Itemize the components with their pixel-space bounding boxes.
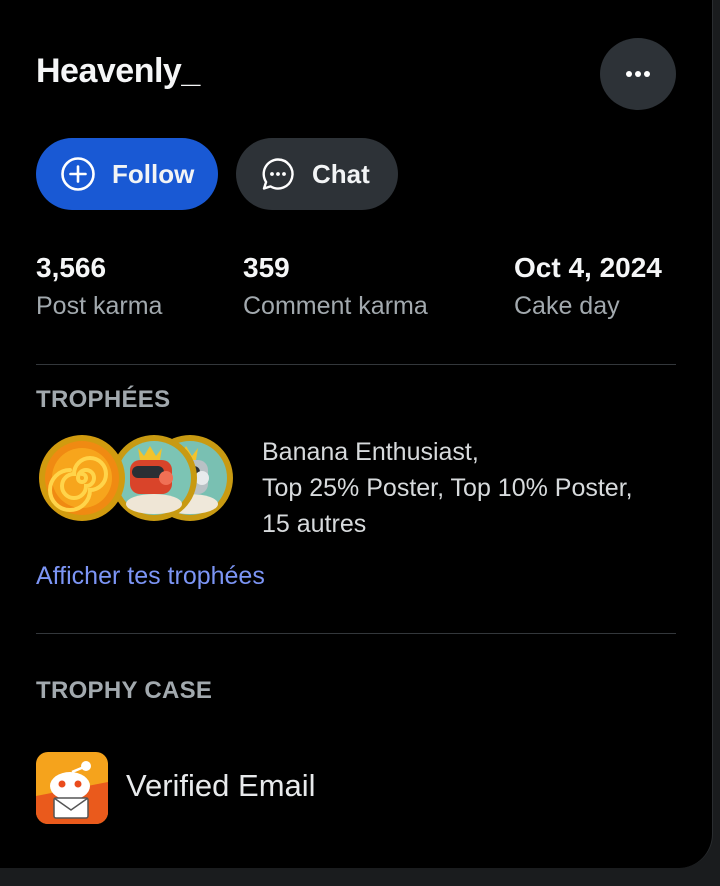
trophy-icons[interactable] [36, 434, 236, 526]
view-trophies-link[interactable]: Afficher tes trophées [36, 562, 265, 591]
stat-comment-karma: 359 Comment karma [243, 250, 428, 321]
stat-value: 359 [243, 252, 290, 283]
follow-button-label: Follow [112, 158, 195, 189]
chat-button[interactable]: Chat [236, 138, 398, 210]
profile-card: Heavenly_ Follow Chat 3,566 Post karma 3… [0, 0, 713, 868]
trophies-heading: TROPHÉES [36, 386, 171, 413]
chat-button-label: Chat [312, 158, 370, 189]
stat-post-karma: 3,566 Post karma [36, 250, 162, 321]
stat-cake-day: Oct 4, 2024 Cake day [514, 250, 662, 321]
stat-label: Comment karma [243, 292, 428, 320]
trophies-summary-line: 15 autres [262, 510, 367, 538]
verified-email-icon [36, 752, 108, 824]
stat-value: 3,566 [36, 252, 107, 283]
chat-bubble-icon [260, 156, 296, 192]
divider [36, 633, 676, 634]
more-options-button[interactable] [600, 38, 676, 110]
stat-value: Oct 4, 2024 [514, 252, 662, 283]
trophies-summary-line: Top 25% Poster, Top 10% Poster, [262, 474, 633, 502]
stat-label: Cake day [514, 292, 620, 320]
divider [36, 364, 676, 365]
banana-swirl-trophy-icon [38, 434, 126, 522]
trophies-summary-line: Banana Enthusiast, [262, 438, 479, 466]
follow-button[interactable]: Follow [36, 138, 218, 210]
more-horizontal-icon [626, 71, 650, 77]
plus-circle-icon [60, 156, 96, 192]
trophy-case-heading: TROPHY CASE [36, 677, 213, 704]
trophies-summary: Banana Enthusiast, Top 25% Poster, Top 1… [262, 434, 702, 542]
profile-username: Heavenly_ [36, 52, 200, 90]
stat-label: Post karma [36, 292, 163, 320]
trophy-case-item-label: Verified Email [126, 768, 316, 803]
